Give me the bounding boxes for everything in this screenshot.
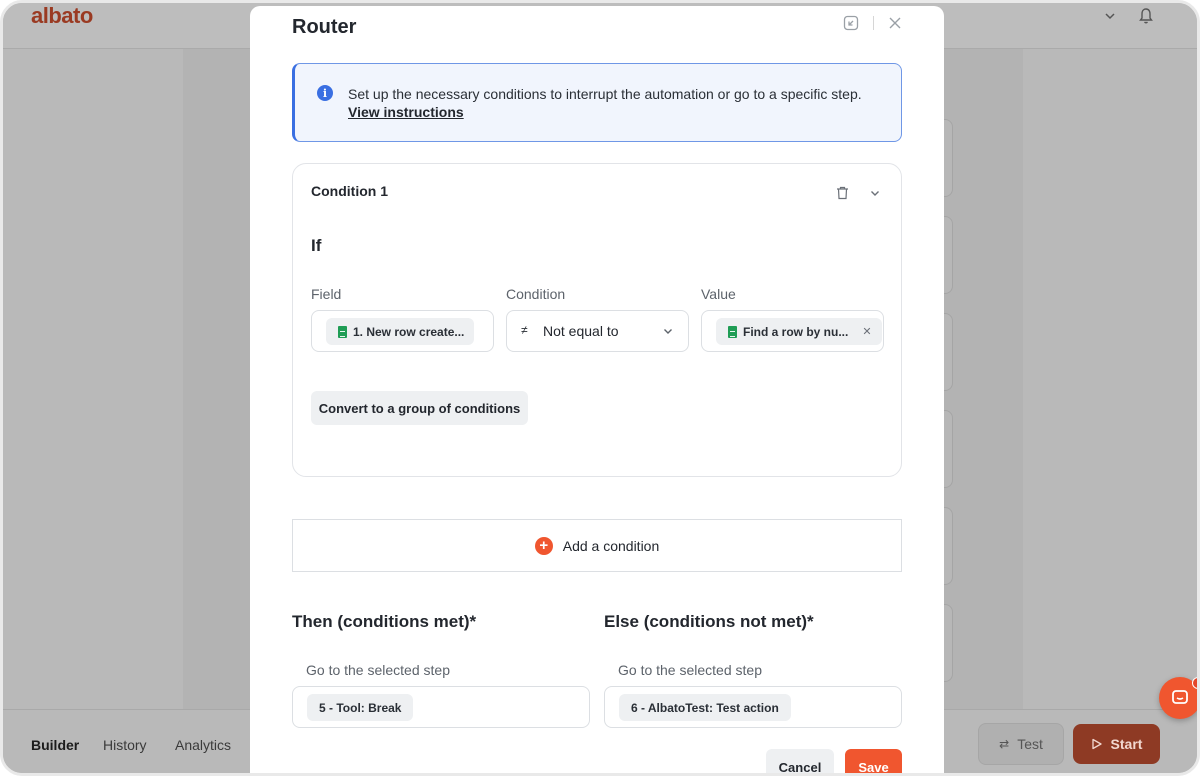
condition-actions	[836, 186, 881, 200]
google-sheets-icon	[728, 325, 737, 338]
field-input[interactable]: 1. New row create...	[311, 310, 494, 352]
view-instructions-link[interactable]: View instructions	[348, 104, 464, 120]
save-button[interactable]: Save	[845, 749, 902, 773]
condition-title: Condition 1	[311, 183, 388, 199]
tab-builder[interactable]: Builder	[31, 737, 79, 753]
else-step-chip[interactable]: 6 - AlbatoTest: Test action	[619, 694, 791, 721]
play-icon	[1091, 738, 1102, 750]
not-equal-icon: ≠	[521, 323, 528, 337]
start-button-label: Start	[1110, 736, 1143, 752]
divider	[873, 16, 874, 30]
else-title: Else (conditions not met)*	[604, 612, 814, 631]
app-frame: albato Builder History Analytics ⇄ Test …	[0, 0, 1200, 776]
chevron-down-icon	[664, 329, 672, 334]
trash-icon[interactable]	[836, 186, 849, 200]
field-label: Field	[311, 286, 342, 302]
info-text: Set up the necessary conditions to inter…	[348, 86, 862, 102]
modal-header-actions	[843, 15, 902, 31]
then-step-select[interactable]: 5 - Tool: Break	[292, 686, 590, 728]
info-banner: i Set up the necessary conditions to int…	[292, 63, 902, 142]
condition-card: Condition 1 If Field Condition Value 1. …	[292, 163, 902, 477]
start-button[interactable]: Start	[1073, 724, 1160, 764]
plus-icon: +	[534, 536, 553, 555]
add-condition-label: Add a condition	[562, 537, 660, 554]
then-title: Then (conditions met)*	[292, 612, 477, 631]
bell-icon[interactable]	[1137, 7, 1155, 25]
then-subtitle: Go to the selected step	[306, 662, 450, 678]
convert-to-group-button[interactable]: Convert to a group of conditions	[311, 391, 528, 425]
condition-select-value: Not equal to	[543, 323, 619, 339]
then-step-chip[interactable]: 5 - Tool: Break	[307, 694, 414, 721]
condition-select[interactable]: ≠ Not equal to	[506, 310, 689, 352]
info-icon: i	[317, 85, 333, 101]
chevron-down-icon[interactable]	[869, 187, 881, 199]
test-button-label: Test	[1017, 736, 1043, 752]
value-chip[interactable]: Find a row by nu... ✕	[716, 318, 882, 345]
router-modal: Router i Set up the necessary conditions…	[250, 6, 944, 773]
field-chip-label: 1. New row create...	[353, 324, 465, 339]
value-chip-label: Find a row by nu...	[743, 324, 849, 339]
chat-icon	[1172, 690, 1188, 704]
swap-icon: ⇄	[999, 737, 1010, 751]
else-subtitle: Go to the selected step	[618, 662, 762, 678]
condition-label: Condition	[506, 286, 566, 302]
remove-chip-icon[interactable]: ✕	[862, 325, 871, 338]
modal-title: Router	[292, 16, 357, 38]
albato-logo[interactable]: albato	[31, 3, 93, 29]
else-step-select[interactable]: 6 - AlbatoTest: Test action	[604, 686, 902, 728]
field-chip[interactable]: 1. New row create...	[326, 318, 475, 345]
tab-history[interactable]: History	[103, 737, 147, 753]
notification-badge	[1192, 677, 1197, 689]
if-label: If	[311, 236, 322, 255]
test-button[interactable]: ⇄ Test	[978, 723, 1064, 765]
collapse-icon[interactable]	[843, 15, 859, 31]
close-icon[interactable]	[888, 16, 902, 30]
value-label: Value	[701, 286, 736, 302]
add-condition-button[interactable]: + Add a condition	[292, 519, 902, 572]
tab-analytics[interactable]: Analytics	[175, 737, 231, 753]
chevron-down-icon[interactable]	[1103, 9, 1117, 23]
google-sheets-icon	[338, 325, 347, 338]
value-input[interactable]: Find a row by nu... ✕	[701, 310, 884, 352]
cancel-button[interactable]: Cancel	[766, 749, 834, 773]
